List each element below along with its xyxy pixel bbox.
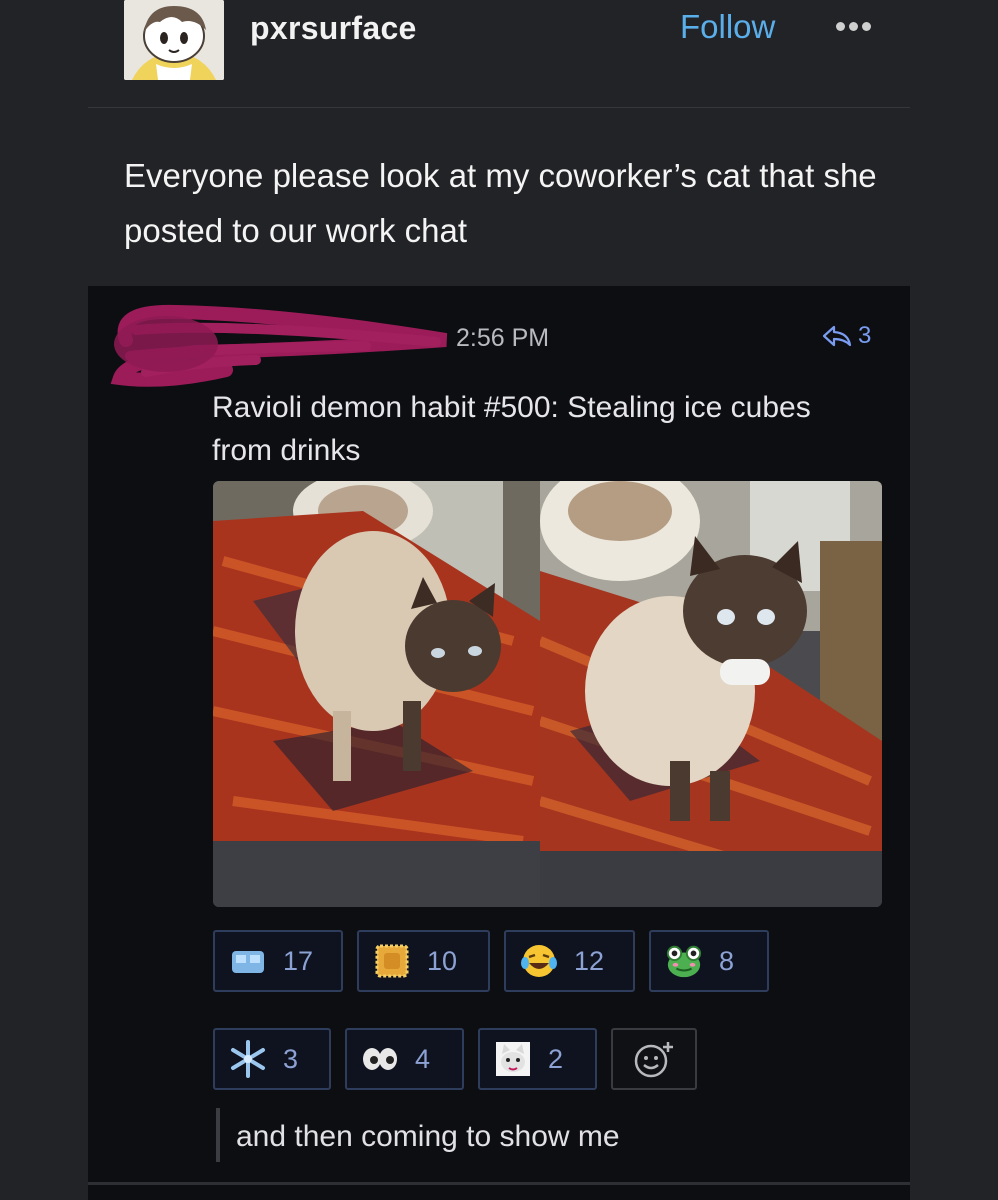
- post-text: Everyone please look at my coworker’s ca…: [124, 157, 877, 249]
- follow-button[interactable]: Follow: [680, 8, 775, 46]
- message-timestamp: 2:56 PM: [456, 324, 550, 352]
- reaction-eyes[interactable]: 4: [345, 1028, 464, 1090]
- laughing-face-icon: [520, 942, 558, 980]
- ice-cube-icon: [229, 942, 267, 980]
- cat-photo-2-image: [540, 481, 882, 907]
- reaction-count: 10: [427, 945, 458, 976]
- reaction-count: 17: [283, 945, 314, 976]
- snowflake-icon: [229, 1040, 267, 1078]
- reaction-snowflake[interactable]: 3: [213, 1028, 331, 1090]
- thread-reply-text: and then coming to show me: [236, 1120, 620, 1153]
- cat-photo-1[interactable]: [213, 481, 540, 907]
- add-reaction-icon: [634, 1042, 673, 1078]
- add-reaction-button[interactable]: [611, 1028, 697, 1090]
- reaction-ice-cube[interactable]: 17: [213, 930, 343, 992]
- thread-reply-bar: [216, 1108, 220, 1162]
- reply-arrow-icon: [822, 325, 852, 347]
- reaction-laughing[interactable]: 12: [504, 930, 635, 992]
- reaction-count: 12: [574, 945, 605, 976]
- frog-icon: [665, 942, 703, 980]
- reaction-count: 2: [548, 1043, 564, 1074]
- reaction-frog[interactable]: 8: [649, 930, 769, 992]
- cat-photo-1-image: [213, 481, 540, 907]
- redaction-scribble: [110, 304, 448, 387]
- chat-message: Ravioli demon habit #500: Stealing ice c…: [212, 391, 811, 467]
- reaction-cat-face[interactable]: 2: [478, 1028, 597, 1090]
- cat-face-icon: [494, 1040, 532, 1078]
- more-options-icon[interactable]: [836, 18, 875, 36]
- reaction-count: 3: [283, 1043, 299, 1074]
- reaction-ravioli[interactable]: 10: [357, 930, 490, 992]
- reaction-count: 4: [415, 1043, 431, 1074]
- eyes-icon: [361, 1040, 399, 1078]
- ravioli-icon: [373, 942, 411, 980]
- reply-count-number: 3: [858, 322, 872, 349]
- cat-photo-2[interactable]: [540, 481, 882, 907]
- reaction-count: 8: [719, 945, 735, 976]
- username[interactable]: pxrsurface: [250, 10, 417, 47]
- header-divider: [88, 107, 910, 108]
- avatar-illustration: [124, 0, 224, 80]
- avatar[interactable]: [124, 0, 224, 80]
- bottom-divider: [88, 1182, 910, 1185]
- reply-count[interactable]: 3: [822, 322, 871, 350]
